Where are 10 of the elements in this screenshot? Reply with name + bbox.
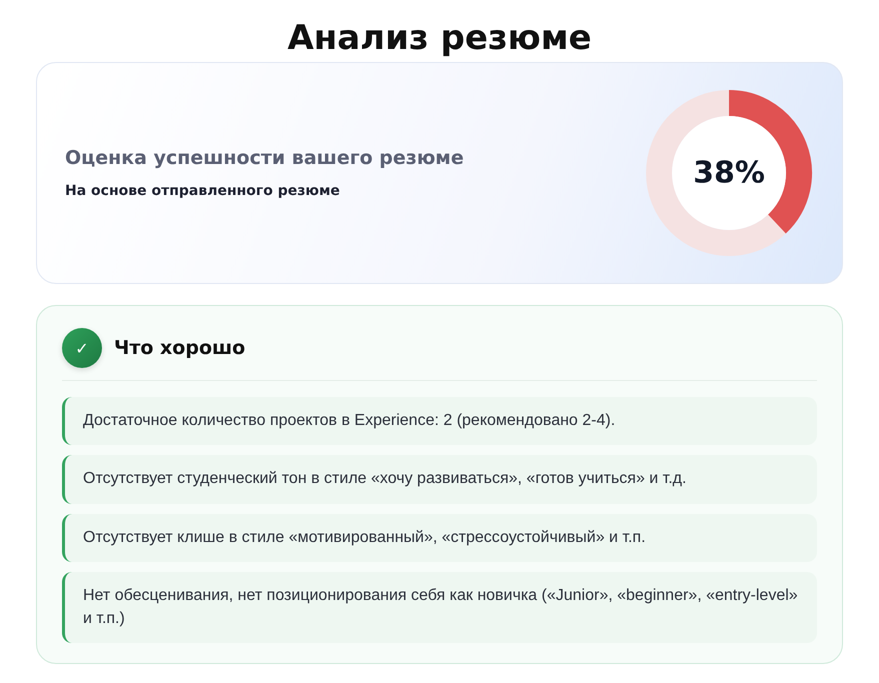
feedback-item: Достаточное количество проектов в Experience: 2 (рекомендовано 2-4).	[62, 397, 817, 446]
section-heading: Что хорошо	[114, 337, 246, 359]
page-title: Анализ резюме	[286, 17, 593, 60]
feedback-item: Нет обесценивания, нет позиционирования себя как новичка («Junior», «beginner», «entry-level» и т.п.)	[62, 572, 817, 643]
check-icon: ✓	[62, 328, 102, 368]
feedback-item: Отсутствует клише в стиле «мотивированный», «стрессоустойчивый» и т.п.	[62, 514, 817, 562]
score-subtitle: На основе отправленного резюме	[65, 183, 341, 199]
score-heading: Оценка успешности вашего резюме	[65, 147, 464, 169]
feedback-item: Отсутствует студенческий тон в стиле «хочу развиваться», «готов учиться» и т.д.	[62, 455, 817, 504]
score-percent: 38%	[693, 156, 765, 190]
